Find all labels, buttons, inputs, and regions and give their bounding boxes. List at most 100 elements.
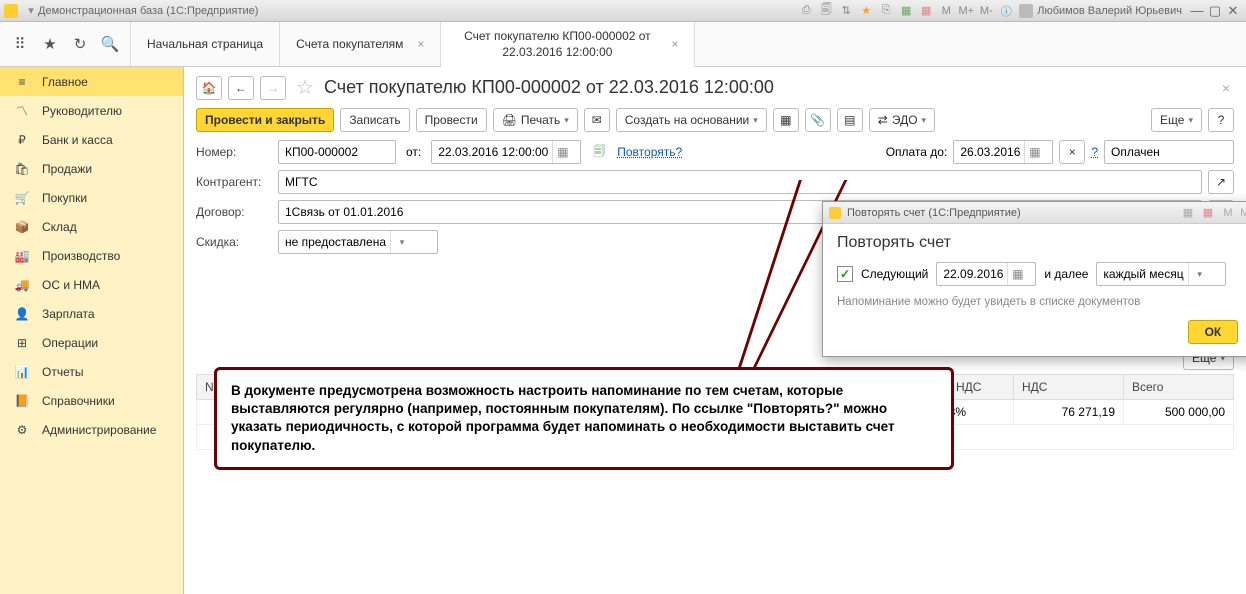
- th-vat[interactable]: НДС: [1014, 375, 1124, 400]
- email-button[interactable]: ✉: [584, 108, 610, 132]
- apps-icon[interactable]: ⠿: [10, 34, 30, 54]
- tab-home[interactable]: Начальная страница: [131, 22, 280, 66]
- date-input[interactable]: 22.03.2016 12:00:00▦: [431, 140, 581, 164]
- open-button[interactable]: ↗: [1208, 170, 1234, 194]
- next-checkbox[interactable]: ✓: [837, 266, 853, 282]
- tabs-bar: ⠿ ★ ↻ 🔍 Начальная страница Счета покупат…: [0, 22, 1246, 67]
- ruble-icon: ₽: [14, 133, 30, 147]
- book-icon: 📙: [14, 394, 30, 408]
- post-button[interactable]: Провести: [416, 108, 487, 132]
- home-icon: ≡: [14, 75, 30, 89]
- edo-button[interactable]: ⇄ ЭДО ▾: [869, 108, 935, 132]
- truck-icon: 🚚: [14, 278, 30, 292]
- minimize-button[interactable]: —: [1188, 3, 1206, 19]
- th-total[interactable]: Всего: [1124, 375, 1234, 400]
- sidebar-item-refs[interactable]: 📙Справочники: [0, 386, 183, 415]
- sidebar-item-main[interactable]: ≡Главное: [0, 67, 183, 96]
- create-based-button[interactable]: Создать на основании ▾: [616, 108, 767, 132]
- counterparty-input[interactable]: МГТС: [278, 170, 1202, 194]
- calc-icon[interactable]: ▦: [899, 4, 913, 18]
- forward-button[interactable]: →: [260, 76, 286, 100]
- discount-input[interactable]: не предоставлена: [278, 230, 438, 254]
- help-callout: В документе предусмотрена возможность на…: [214, 367, 954, 470]
- box-icon: 📦: [14, 220, 30, 234]
- sidebar-item-production[interactable]: 🏭Производство: [0, 241, 183, 270]
- tb-icon-3[interactable]: ⇅: [839, 4, 853, 18]
- close-page-button[interactable]: ×: [1218, 80, 1234, 96]
- sidebar-item-sales[interactable]: 🛍Продажи: [0, 154, 183, 183]
- fav-icon[interactable]: ★: [40, 34, 60, 54]
- clip-button[interactable]: 📎: [805, 108, 831, 132]
- clear-date-button[interactable]: ×: [1059, 140, 1085, 164]
- calendar-icon[interactable]: ▦: [1024, 141, 1044, 163]
- help-button[interactable]: ?: [1208, 108, 1234, 132]
- mem-m[interactable]: M: [939, 4, 953, 18]
- user-name: Любимов Валерий Юрьевич: [1037, 5, 1182, 17]
- tab-invoice-doc[interactable]: Счет покупателю КП00-000002 от 22.03.201…: [441, 22, 695, 67]
- sidebar-item-manager[interactable]: 〽Руководителю: [0, 96, 183, 125]
- sidebar-item-salary[interactable]: 👤Зарплата: [0, 299, 183, 328]
- close-icon[interactable]: ×: [671, 36, 678, 52]
- app-logo-icon: [4, 4, 18, 18]
- close-icon[interactable]: ×: [417, 36, 424, 52]
- pay-until-input[interactable]: 26.03.2016▦: [953, 140, 1053, 164]
- home-button[interactable]: 🏠: [196, 76, 222, 100]
- mem-mplus[interactable]: M+: [1241, 206, 1246, 220]
- more-button[interactable]: Еще ▾: [1151, 108, 1202, 132]
- chevron-down-icon[interactable]: [390, 231, 410, 253]
- copy-icon[interactable]: 🗐: [593, 142, 605, 163]
- mem-m[interactable]: M: [1221, 206, 1235, 220]
- mem-mminus[interactable]: M-: [979, 4, 993, 18]
- fav-star-icon[interactable]: ☆: [296, 75, 314, 100]
- tb-icon-2[interactable]: 🗐: [819, 4, 833, 18]
- factory-icon: 🏭: [14, 249, 30, 263]
- from-label: от:: [406, 145, 421, 159]
- post-and-close-button[interactable]: Провести и закрыть: [196, 108, 334, 132]
- sidebar-item-operations[interactable]: ⊞Операции: [0, 328, 183, 357]
- bars-icon: 📊: [14, 365, 30, 379]
- search-icon[interactable]: 🔍: [100, 34, 120, 54]
- sidebar-item-stock[interactable]: 📦Склад: [0, 212, 183, 241]
- chevron-down-icon[interactable]: [1188, 263, 1208, 285]
- history-icon[interactable]: ↻: [70, 34, 90, 54]
- next-label: Следующий: [861, 267, 928, 281]
- calendar-icon[interactable]: ▦: [919, 4, 933, 18]
- star-icon[interactable]: ★: [859, 4, 873, 18]
- close-button[interactable]: ✕: [1224, 3, 1242, 19]
- sidebar-item-fixed-assets[interactable]: 🚚ОС и НМА: [0, 270, 183, 299]
- attach2-button[interactable]: ▤: [837, 108, 863, 132]
- sidebar-item-bank[interactable]: ₽Банк и касса: [0, 125, 183, 154]
- tab-invoices[interactable]: Счета покупателям×: [280, 22, 441, 66]
- tb-icon-1[interactable]: ⎙: [799, 4, 813, 18]
- doc-toolbar: Провести и закрыть Записать Провести 🖨 П…: [196, 108, 1234, 132]
- info-icon[interactable]: ⓘ: [999, 4, 1013, 18]
- period-input[interactable]: каждый месяц: [1096, 262, 1226, 286]
- gear-icon: ⚙: [14, 423, 30, 437]
- user-block[interactable]: Любимов Валерий Юрьевич: [1013, 4, 1188, 18]
- back-button[interactable]: ←: [228, 76, 254, 100]
- app-logo-icon: [829, 207, 841, 219]
- print-button[interactable]: 🖨 Печать ▾: [493, 108, 578, 132]
- link-icon[interactable]: ⎘: [879, 4, 893, 18]
- sidebar-item-reports[interactable]: 📊Отчеты: [0, 357, 183, 386]
- calendar-icon[interactable]: ▦: [1007, 263, 1027, 285]
- number-input[interactable]: КП00-000002: [278, 140, 396, 164]
- sidebar-item-purchases[interactable]: 🛒Покупки: [0, 183, 183, 212]
- sidebar-item-admin[interactable]: ⚙Администрирование: [0, 415, 183, 444]
- calendar-icon[interactable]: ▦: [1201, 206, 1215, 220]
- contract-label: Договор:: [196, 205, 272, 219]
- pay-until-label: Оплата до:: [886, 145, 948, 159]
- repeat-link[interactable]: Повторять?: [617, 145, 682, 159]
- next-date-input[interactable]: 22.09.2016▦: [936, 262, 1036, 286]
- attach1-button[interactable]: ▦: [773, 108, 799, 132]
- maximize-button[interactable]: ▢: [1206, 3, 1224, 19]
- status-input[interactable]: Оплачен: [1104, 140, 1234, 164]
- tb-icon[interactable]: ▦: [1181, 206, 1195, 220]
- dropdown-icon[interactable]: ▾: [24, 4, 38, 18]
- write-button[interactable]: Записать: [340, 108, 409, 132]
- help-status-link[interactable]: ?: [1091, 145, 1098, 159]
- mem-mplus[interactable]: M+: [959, 4, 973, 18]
- number-label: Номер:: [196, 145, 272, 159]
- ok-button[interactable]: ОК: [1188, 320, 1238, 344]
- calendar-icon[interactable]: ▦: [552, 141, 572, 163]
